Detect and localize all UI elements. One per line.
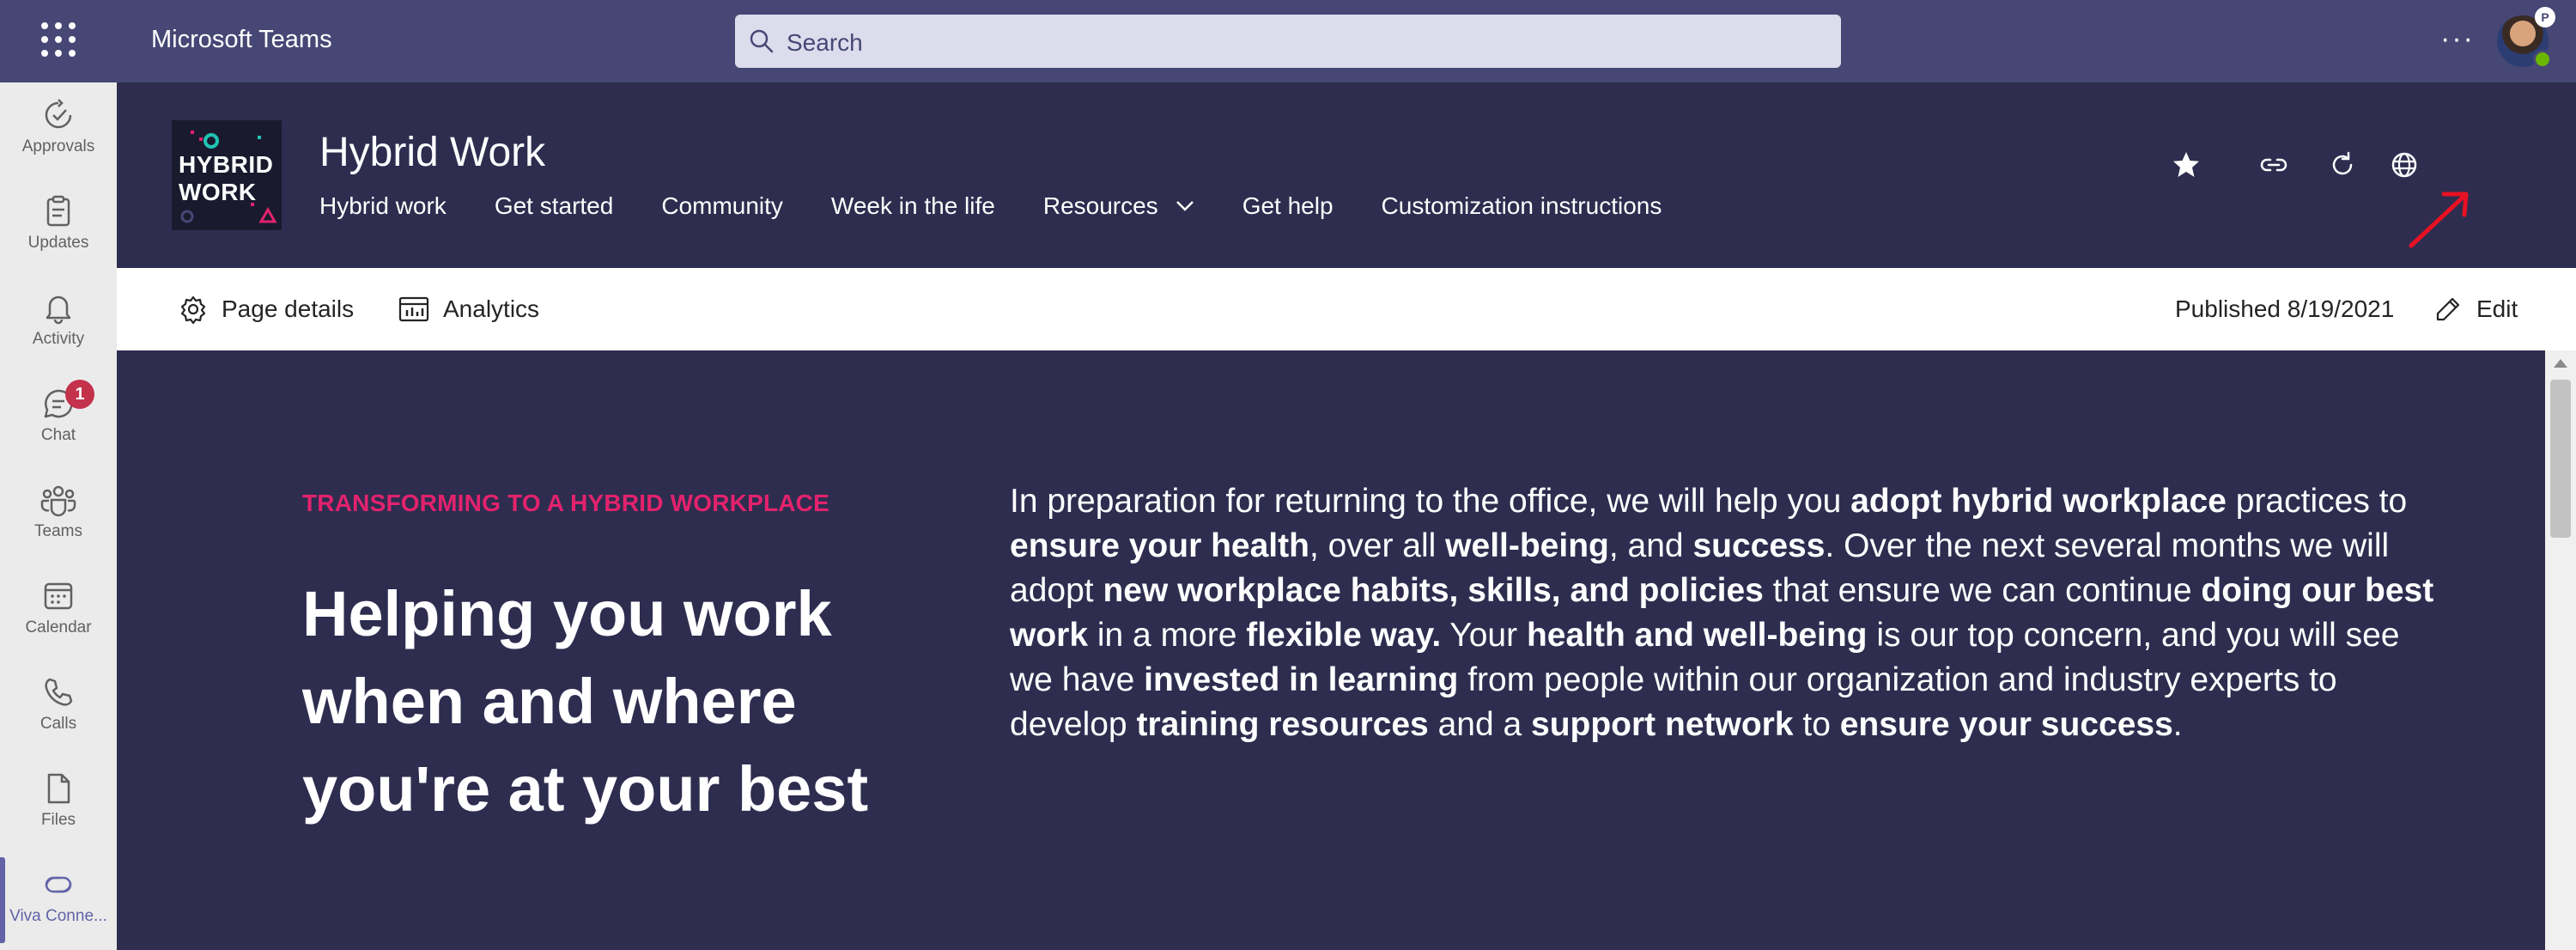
rail-label: Approvals	[21, 137, 95, 155]
presence-available-icon	[2533, 50, 2552, 69]
hero-body-run: Your	[1441, 617, 1527, 654]
rail-label: Chat	[40, 426, 76, 444]
hero-section: TRANSFORMING TO A HYBRID WORKPLACE Helpi…	[117, 350, 2545, 950]
site-header: HYBRID WORK Hybrid Work Hybrid work Get …	[117, 82, 2576, 268]
scroll-thumb[interactable]	[2550, 380, 2571, 538]
hero-body-run: In preparation for returning to the offi…	[1010, 483, 1851, 520]
avatar[interactable]: P	[2497, 7, 2555, 69]
hero-body-emphasis: ensure your health	[1010, 527, 1309, 564]
viva-connections-icon	[45, 876, 72, 893]
nav-community[interactable]: Community	[661, 192, 783, 220]
teams-icon	[40, 485, 76, 517]
hero-body-emphasis: new workplace habits, skills, and polici…	[1103, 572, 1764, 609]
rail-item-viva-connections[interactable]: Viva Conne...	[0, 852, 117, 948]
rail-label: Files	[40, 811, 76, 829]
star-icon[interactable]	[2171, 149, 2202, 180]
nav-week-in-the-life[interactable]: Week in the life	[831, 192, 995, 220]
site-title[interactable]: Hybrid Work	[319, 129, 545, 176]
rail-label: Calls	[39, 715, 77, 733]
hero-body-emphasis: success	[1692, 527, 1826, 564]
hero-body-emphasis: well-being	[1445, 527, 1609, 564]
annotation-arrow-icon	[2409, 192, 2469, 248]
edit-button[interactable]: Edit	[2433, 268, 2518, 350]
rail-item-calls[interactable]: Calls	[0, 660, 117, 756]
command-bar: Page details Analytics Published 8/19/20…	[117, 268, 2576, 350]
more-options-button[interactable]: ···	[2440, 22, 2475, 56]
search-input[interactable]: Search	[735, 15, 1841, 68]
search-placeholder: Search	[787, 29, 863, 56]
globe-icon[interactable]	[2389, 149, 2420, 180]
teams-top-bar: Microsoft Teams Search ··· P	[0, 0, 2576, 82]
nav-customization-instructions[interactable]: Customization instructions	[1382, 192, 1662, 220]
scroll-up-arrow-icon[interactable]	[2554, 359, 2567, 368]
hero-body-emphasis: flexible way.	[1246, 617, 1442, 654]
hero-body-run: in a more	[1088, 617, 1247, 654]
rail-item-files[interactable]: Files	[0, 756, 117, 852]
rail-item-teams[interactable]: Teams	[0, 467, 117, 563]
hero-body-emphasis: invested in learning	[1144, 661, 1459, 698]
bell-icon	[46, 295, 71, 325]
calendar-icon	[44, 582, 73, 610]
rail-item-calendar[interactable]: Calendar	[0, 563, 117, 660]
analytics-icon	[398, 296, 429, 322]
rail-label: Calendar	[25, 618, 92, 636]
rail-label: Viva Conne...	[9, 907, 107, 925]
hero-body-emphasis: adopt hybrid workplace	[1850, 483, 2227, 520]
app-rail: Approvals Updates Activity 1 Chat Teams …	[0, 82, 117, 950]
page-details-button[interactable]: Page details	[179, 268, 354, 350]
rail-item-chat[interactable]: 1 Chat	[0, 371, 117, 467]
hero-body-run: .	[2172, 706, 2183, 743]
search-icon	[750, 29, 774, 53]
rail-item-updates[interactable]: Updates	[0, 179, 117, 275]
hero-body-run: , and	[1608, 527, 1693, 564]
nav-get-started[interactable]: Get started	[495, 192, 614, 220]
analytics-label: Analytics	[443, 295, 540, 322]
rail-item-activity[interactable]: Activity	[0, 275, 117, 371]
logo-text: HYBRID WORK	[179, 151, 274, 205]
nav-get-help[interactable]: Get help	[1242, 192, 1334, 220]
approvals-icon	[45, 99, 72, 129]
hero-body-text: In preparation for returning to the offi…	[1010, 479, 2435, 747]
save-for-later-icon[interactable]	[2573, 149, 2576, 180]
unread-badge: 1	[65, 380, 94, 409]
site-logo[interactable]: HYBRID WORK	[172, 120, 282, 230]
hero-body-run: to	[1793, 706, 1840, 743]
phone-icon	[45, 678, 73, 706]
hero-body-run: , over all	[1309, 527, 1446, 564]
hero-body-run: that ensure we can continue	[1763, 572, 2202, 609]
link-icon[interactable]	[2258, 149, 2289, 180]
rail-label: Teams	[34, 522, 82, 540]
pencil-icon	[2436, 297, 2460, 321]
refresh-icon[interactable]	[2327, 149, 2358, 180]
edit-label: Edit	[2476, 295, 2518, 322]
nav-hybrid-work[interactable]: Hybrid work	[319, 192, 447, 220]
vertical-scrollbar[interactable]	[2545, 350, 2576, 950]
hero-body-emphasis: support network	[1531, 706, 1794, 743]
file-icon	[47, 773, 70, 804]
hero-body-emphasis: ensure your success	[1839, 706, 2173, 743]
avatar-badge: P	[2535, 7, 2555, 27]
hero-heading: Helping you work when and where you're a…	[302, 578, 869, 825]
published-status: Published 8/19/2021	[2175, 295, 2395, 322]
hero-body-emphasis: health and well-being	[1526, 617, 1868, 654]
rail-label: Activity	[32, 330, 85, 348]
gear-icon	[180, 295, 206, 324]
nav-resources-label: Resources	[1042, 192, 1158, 219]
page-details-label: Page details	[222, 295, 355, 322]
app-launcher-icon[interactable]	[41, 22, 76, 57]
hero-eyebrow: TRANSFORMING TO A HYBRID WORKPLACE	[302, 490, 829, 516]
hero-body-run: practices to	[2226, 483, 2408, 520]
chevron-down-icon	[1176, 201, 1194, 211]
hero-body-emphasis: training resources	[1136, 706, 1429, 743]
app-title: Microsoft Teams	[151, 26, 332, 53]
rail-label: Updates	[27, 234, 89, 252]
analytics-button[interactable]: Analytics	[398, 268, 539, 350]
rail-item-approvals[interactable]: Approvals	[0, 82, 117, 179]
site-navigation: Hybrid work Get started Community Week i…	[319, 192, 1710, 220]
updates-icon	[46, 195, 70, 227]
hero-body-run: and a	[1428, 706, 1532, 743]
nav-resources[interactable]: Resources	[1043, 192, 1194, 220]
